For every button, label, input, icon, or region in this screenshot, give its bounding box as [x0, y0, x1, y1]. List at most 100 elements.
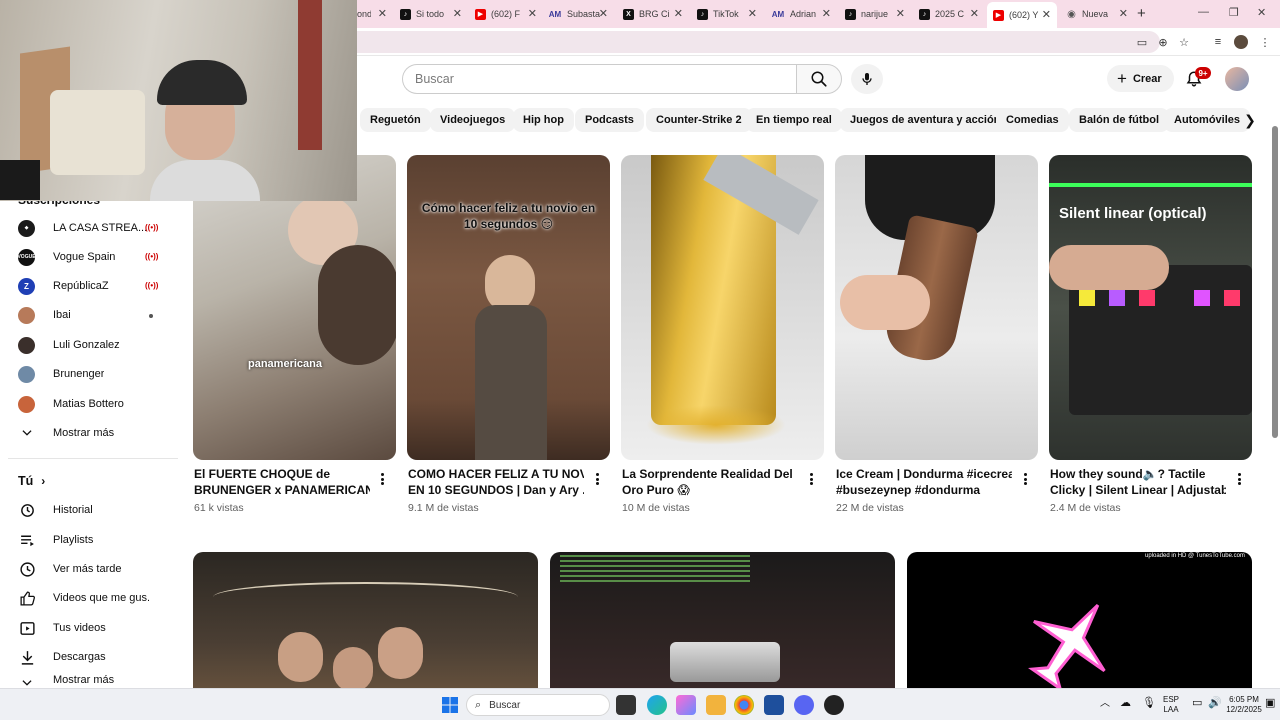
restore-icon[interactable]: ❐ — [1229, 6, 1239, 19]
video-thumbnail[interactable] — [835, 155, 1038, 460]
close-icon[interactable]: ✕ — [748, 7, 757, 20]
windows-start-icon[interactable] — [440, 695, 460, 715]
browser-tab[interactable]: ◉ Nueva ✕ — [1066, 4, 1128, 24]
close-icon[interactable]: ✕ — [378, 7, 387, 20]
account-avatar[interactable] — [1225, 67, 1249, 91]
cast-icon[interactable]: ▭ — [1135, 35, 1149, 49]
browser-tab-partial[interactable]: ondi ✕ — [357, 4, 387, 24]
more-options-icon[interactable] — [1234, 471, 1244, 487]
close-icon[interactable]: ✕ — [674, 7, 683, 20]
close-icon[interactable]: ✕ — [453, 7, 462, 20]
voice-search-button[interactable] — [851, 64, 883, 94]
close-icon[interactable]: ✕ — [599, 7, 608, 20]
copilot-icon[interactable] — [676, 695, 696, 715]
more-options-icon[interactable] — [1020, 471, 1030, 487]
chevron-right-icon[interactable]: ❯ — [1238, 108, 1262, 132]
store-icon[interactable] — [764, 695, 784, 715]
zoom-icon[interactable]: ⊕ — [1156, 35, 1170, 49]
chip-hip-hop[interactable]: Hip hop — [513, 108, 574, 132]
sidebar-item-downloads[interactable]: Descargas — [8, 643, 178, 671]
browser-tab[interactable]: ♪ TikTok ✕ — [697, 4, 757, 24]
chip-balon-futbol[interactable]: Balón de fútbol — [1069, 108, 1170, 132]
more-options-icon[interactable] — [806, 471, 816, 487]
taskbar-search[interactable]: ⌕ Buscar — [466, 694, 610, 716]
browser-tab[interactable]: ♪ narijue ✕ — [845, 4, 905, 24]
video-thumbnail[interactable]: Silent linear (optical) — [1049, 155, 1252, 460]
browser-menu-icon[interactable]: ⋮ — [1258, 35, 1272, 49]
sidebar-subscription[interactable]: Ibai — [8, 301, 178, 329]
you-section-heading[interactable]: Tú › — [18, 474, 45, 488]
sidebar-subscription[interactable]: Matias Bottero — [8, 390, 178, 418]
sidebar-item-watch-later[interactable]: Ver más tarde — [8, 555, 178, 583]
edge-icon[interactable] — [647, 695, 667, 715]
more-options-icon[interactable] — [377, 471, 387, 487]
page-scrollbar-thumb[interactable] — [1272, 126, 1278, 438]
sidebar-subscription[interactable]: Brunenger — [8, 360, 178, 388]
search-button[interactable] — [796, 64, 842, 94]
network-icon[interactable]: ▭ — [1192, 698, 1202, 709]
bookmark-star-icon[interactable]: ☆ — [1177, 35, 1191, 49]
minimize-icon[interactable]: — — [1198, 6, 1209, 18]
tray-overflow-icon[interactable]: ︿ — [1100, 699, 1110, 709]
browser-tab-active[interactable]: ▶ (602) Y ✕ — [987, 2, 1057, 28]
search-input[interactable]: Buscar — [402, 64, 796, 94]
browser-tab[interactable]: ♪ 2025 C ✕ — [919, 4, 979, 24]
app-icon[interactable] — [824, 695, 844, 715]
chrome-icon[interactable] — [734, 695, 754, 715]
close-icon[interactable]: ✕ — [896, 7, 905, 20]
cloud-icon[interactable]: ☁ — [1120, 698, 1131, 709]
sidebar-item-playlists[interactable]: Playlists — [8, 526, 178, 554]
sidebar-subscription[interactable]: Luli Gonzalez — [8, 331, 178, 359]
show-more-you[interactable]: Mostrar más — [8, 674, 178, 688]
profile-avatar-icon[interactable] — [1234, 35, 1248, 49]
chip-comedias[interactable]: Comedias — [996, 108, 1069, 132]
video-thumbnail[interactable]: Cómo hacer feliz a tu novio en 10 segund… — [407, 155, 610, 460]
sidebar-item-history[interactable]: Historial — [8, 496, 178, 524]
video-title[interactable]: Ice Cream | Dondurma #icecream #busezeyn… — [836, 466, 1012, 498]
chip-en-tiempo-real[interactable]: En tiempo real — [746, 108, 842, 132]
browser-tab[interactable]: AM Adrian ✕ — [771, 4, 831, 24]
file-explorer-icon[interactable] — [706, 695, 726, 715]
browser-tab[interactable]: AM Subasta ✕ — [548, 4, 608, 24]
close-window-icon[interactable]: ✕ — [1257, 6, 1266, 19]
clock[interactable]: 6:05 PM 12/2/2025 — [1226, 695, 1262, 715]
task-view-icon[interactable] — [616, 695, 636, 715]
show-more-subscriptions[interactable]: Mostrar más — [8, 419, 178, 447]
sidebar-subscription[interactable]: ◆ LA CASA STREA... ((•)) — [8, 214, 178, 242]
discord-icon[interactable] — [794, 695, 814, 715]
address-bar[interactable] — [340, 31, 1160, 53]
volume-icon[interactable]: 🔊 — [1208, 698, 1222, 709]
reading-list-icon[interactable]: ≡ — [1211, 35, 1225, 49]
chip-videojuegos[interactable]: Videojuegos — [430, 108, 516, 132]
chip-juegos-aventura[interactable]: Juegos de aventura y acción — [840, 108, 1011, 132]
chip-podcasts[interactable]: Podcasts — [575, 108, 644, 132]
close-icon[interactable]: ✕ — [970, 7, 979, 20]
video-title[interactable]: COMO HACER FELIZ A TU NOVIO EN 10 SEGUND… — [408, 466, 584, 498]
new-tab-button[interactable]: + — [1137, 5, 1146, 22]
microphone-icon[interactable]: 🎙 — [1142, 698, 1156, 709]
sidebar-item-liked-videos[interactable]: Videos que me gus... — [8, 584, 178, 612]
sidebar-subscription[interactable]: VOGUE Vogue Spain ((•)) — [8, 243, 178, 271]
close-icon[interactable]: ✕ — [528, 7, 537, 20]
video-thumbnail[interactable] — [621, 155, 824, 460]
video-thumbnail[interactable]: uploaded in HD @ TunesToTube.com — [907, 552, 1252, 702]
language-indicator[interactable]: ESP LAA — [1163, 695, 1179, 715]
chip-reggaeton[interactable]: Reguetón — [360, 108, 431, 132]
close-icon[interactable]: ✕ — [1119, 7, 1128, 20]
sidebar-subscription[interactable]: Z RepúblicaZ ((•)) — [8, 272, 178, 300]
more-options-icon[interactable] — [592, 471, 602, 487]
video-thumbnail[interactable] — [193, 552, 538, 702]
sidebar-item-your-videos[interactable]: Tus videos — [8, 614, 178, 642]
video-title[interactable]: La Sorprendente Realidad Del Oro Puro 😱 — [622, 466, 798, 498]
video-title[interactable]: How they sound🔈? Tactile Clicky | Silent… — [1050, 466, 1226, 498]
video-thumbnail[interactable] — [550, 552, 895, 702]
chip-counter-strike[interactable]: Counter-Strike 2 — [646, 108, 752, 132]
notification-center-icon[interactable]: ▣ — [1265, 698, 1275, 709]
browser-tab[interactable]: ♪ Si todo ✕ — [400, 4, 462, 24]
create-button[interactable]: + Crear — [1107, 65, 1174, 92]
close-icon[interactable]: ✕ — [1042, 8, 1051, 21]
browser-tab[interactable]: X BRG Ci ✕ — [623, 4, 683, 24]
video-title[interactable]: El FUERTE CHOQUE de BRUNENGER x PANAMERI… — [194, 466, 370, 498]
close-icon[interactable]: ✕ — [822, 7, 831, 20]
browser-tab[interactable]: ▶ (602) F ✕ — [475, 4, 537, 24]
